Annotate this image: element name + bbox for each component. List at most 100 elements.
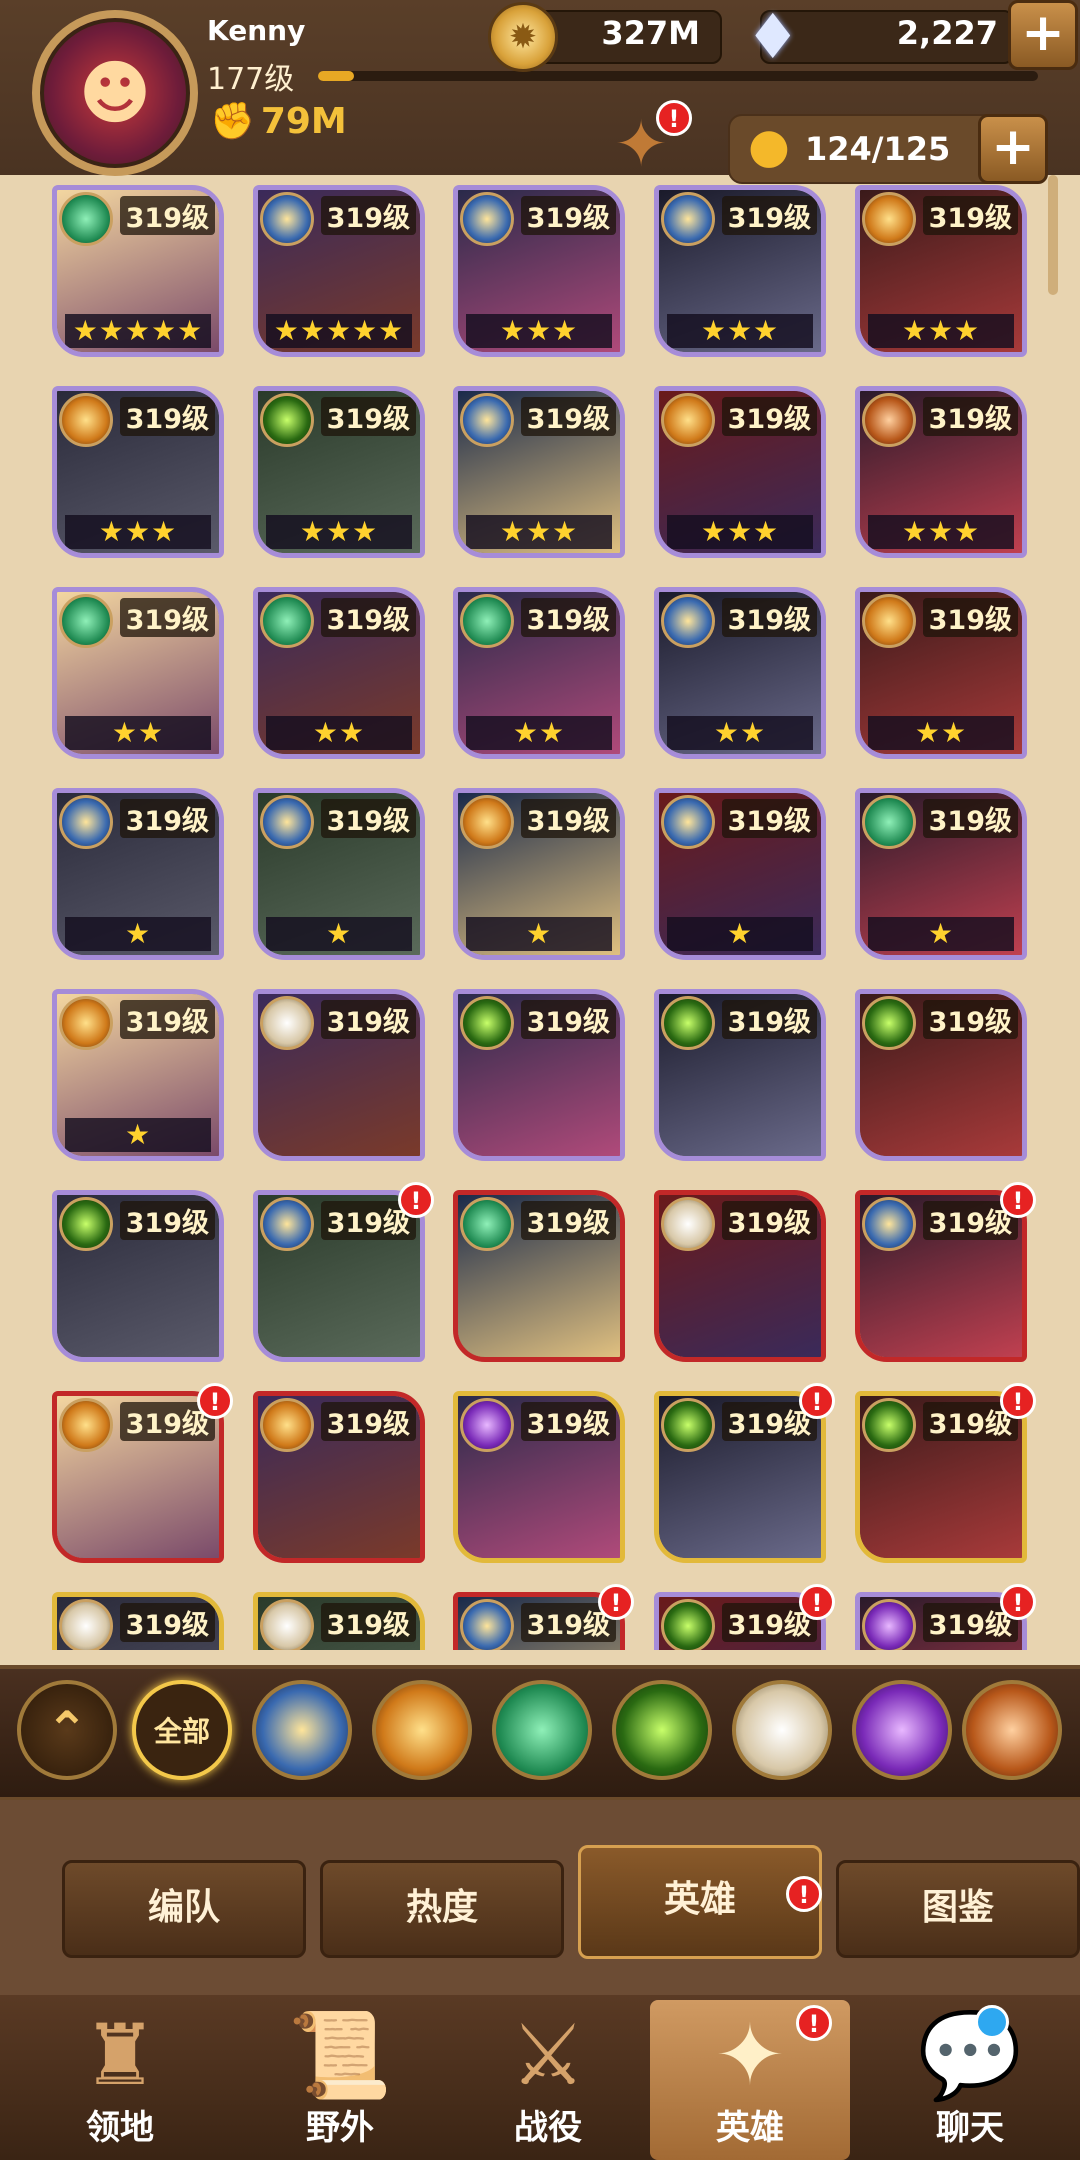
hero-card[interactable]: 319级 [654,1190,826,1362]
hero-grid[interactable]: 319级 ★★★★★ 319级 ★★★★★ 319级 ★★★ 319级 ★★★ 319级 ★★★ 3… [0,175,1080,1650]
collapse-chevron-icon[interactable]: ⌃ [17,1680,117,1780]
filter-hypogean-icon[interactable] [732,1680,832,1780]
celestial-faction-icon [59,795,113,849]
chat-nav[interactable]: 💬 聊天 [870,2000,1070,2160]
hero-level: 319级 [119,598,215,637]
hero-card[interactable]: 319级 ★ [855,788,1027,960]
hero-card[interactable]: 319级 [253,1190,425,1362]
star-rating: ★★★ [266,515,412,549]
hero-alert-dot: ! [1000,1182,1036,1218]
hero-card[interactable]: 319级 ★★★ [654,185,826,357]
hero-card[interactable]: 319级 [253,1391,425,1563]
hero-card[interactable]: 319级 [654,1391,826,1563]
hero-card[interactable]: 319级 ★★★ [253,386,425,558]
hero-level: 319级 [119,397,215,436]
power-display: ✊ 79M [210,100,347,143]
hero-card[interactable]: 319级 ★★★★★ [253,185,425,357]
hero-card[interactable]: 319级 ★ [453,788,625,960]
campaign-nav-label: 战役 [514,2108,582,2148]
hero-card[interactable]: 319级 ★★★★★ [52,185,224,357]
hero-card[interactable]: 319级 [453,989,625,1161]
hero-card[interactable]: 319级 ★★★ [52,386,224,558]
hero-card[interactable]: 319级 ★★ [253,587,425,759]
sub-tab-0[interactable]: 编队 [62,1860,306,1958]
star-rating: ★★★ [868,314,1014,348]
graveborn-faction-icon [661,996,715,1050]
graveborn-faction-icon [460,996,514,1050]
hero-card[interactable]: 319级 [654,989,826,1161]
filter-lifeguard-icon[interactable] [492,1680,592,1780]
hero-card[interactable]: 319级 ★★ [855,587,1027,759]
hero-card[interactable]: 319级 [52,1190,224,1362]
filter-graveborn-icon[interactable] [612,1680,712,1780]
add-gems-button[interactable]: + [1008,0,1078,70]
hero-card[interactable]: 319级 ★★★ [855,386,1027,558]
hero-card[interactable]: 319级 ★ [253,788,425,960]
celestial-faction-icon [460,192,514,246]
star-rating: ★ [266,917,412,951]
hero-card[interactable]: 319级 [253,1592,425,1650]
hero-card[interactable]: 319级 [855,1190,1027,1362]
chat-nav-icon: 💬 [917,2006,1023,2104]
star-rating: ★★ [667,716,813,750]
star-rating: ★★★ [466,515,612,549]
filter-celestial-icon[interactable] [252,1680,352,1780]
star-rating: ★ [868,917,1014,951]
hero-card[interactable]: 319级 ★ [52,788,224,960]
hero-alert-dot: ! [799,1584,835,1620]
add-capacity-button[interactable]: + [978,114,1048,184]
filter-lightbearer-icon[interactable] [372,1680,472,1780]
graveborn-faction-icon [862,1398,916,1452]
hero-card[interactable]: 319级 ★★★ [453,185,625,357]
celestial-faction-icon [460,393,514,447]
hero-card[interactable]: 319级 ★★ [453,587,625,759]
hero-card[interactable]: 319级 [453,1391,625,1563]
player-name: Kenny [207,14,306,47]
hero-card[interactable]: 319级 ★★ [654,587,826,759]
star-rating: ★ [466,917,612,951]
hero-card[interactable]: 319级 ★★★ [855,185,1027,357]
gold-value: 327M [601,14,700,52]
sub-tab-2[interactable]: 英雄 [578,1845,822,1959]
scrollbar[interactable] [1048,175,1058,295]
lifeguard-faction-icon [260,594,314,648]
lightbearer-faction-icon [260,1398,314,1452]
hero-card[interactable]: 319级 ★ [52,989,224,1161]
filter-dimensional-icon[interactable] [852,1680,952,1780]
hero-level: 319级 [721,1000,817,1039]
outside-nav-icon: 📜 [287,2006,393,2104]
fist-icon: ✊ [210,101,255,142]
hypogean-faction-icon [260,996,314,1050]
sub-tab-3[interactable]: 图鉴 [836,1860,1080,1958]
hero-card[interactable]: 319级 ★ [654,788,826,960]
player-avatar[interactable]: ☻ [32,10,198,176]
sub-tab-1[interactable]: 热度 [320,1860,564,1958]
hero-card[interactable]: 319级 [855,989,1027,1161]
xp-bar [318,71,1038,81]
star-rating: ★★ [266,716,412,750]
filter-mauler-icon[interactable] [962,1680,1062,1780]
hero-card[interactable]: 319级 [453,1190,625,1362]
campaign-nav[interactable]: ⚔ 战役 [448,2000,648,2160]
star-rating: ★★★ [868,515,1014,549]
hero-card[interactable]: 319级 [253,989,425,1161]
hero-level: 319级 [922,598,1018,637]
hero-card[interactable]: 319级 [52,1391,224,1563]
territory-nav[interactable]: ♜ 领地 [20,2000,220,2160]
lifeguard-faction-icon [862,795,916,849]
hero-level: 319级 [320,1402,416,1441]
hero-level: 319级 [520,196,616,235]
hero-card[interactable]: 319级 [52,1592,224,1650]
star-rating: ★★★ [667,314,813,348]
hero-alert-dot: ! [799,1383,835,1419]
hero-card[interactable]: 319级 ★★★ [453,386,625,558]
star-rating: ★★★ [65,515,211,549]
hero-card[interactable]: 319级 [855,1391,1027,1563]
hero-card[interactable]: 319级 ★★★ [654,386,826,558]
outside-nav[interactable]: 📜 野外 [240,2000,440,2160]
star-rating: ★★ [65,716,211,750]
filter-all-button[interactable]: 全部 [132,1680,232,1780]
badge-alert-dot: ! [656,100,692,136]
hero-level: 319级 [119,1201,215,1240]
hero-card[interactable]: 319级 ★★ [52,587,224,759]
